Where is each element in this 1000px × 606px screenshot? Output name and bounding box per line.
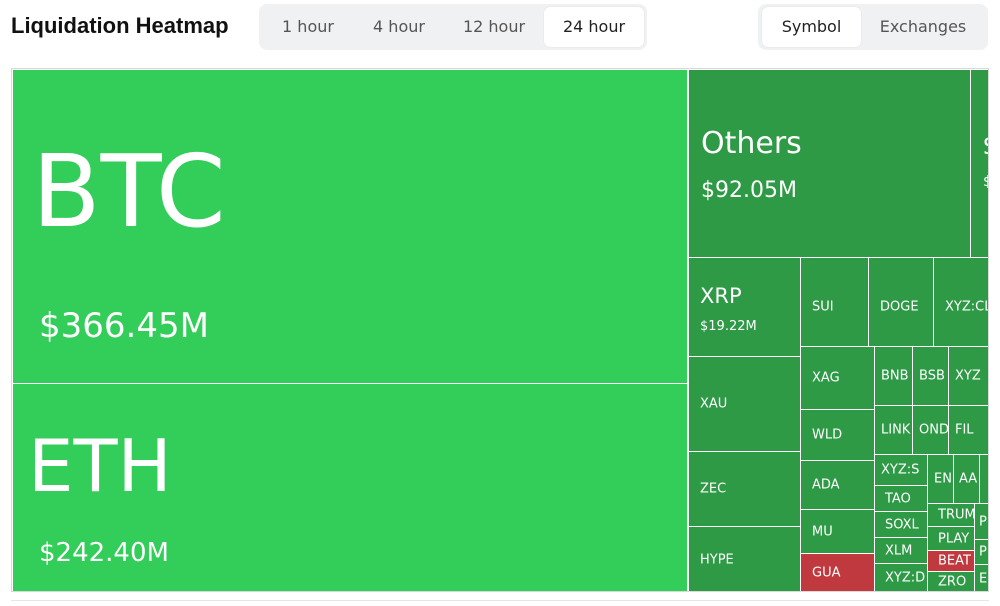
page-title: Liquidation Heatmap (11, 13, 229, 38)
cell-symbol: TAO (885, 491, 911, 506)
heatmap-cell-eth[interactable]: ETH $242.40M (12, 383, 688, 591)
cell-symbol: S (983, 135, 988, 160)
heatmap-cell-mu[interactable]: MU (800, 509, 875, 554)
cell-symbol: ZRO (938, 574, 967, 590)
tab-24-hour[interactable]: 24 hour (544, 7, 644, 47)
cell-symbol: XLM (885, 543, 913, 558)
heatmap-cell-xyz-d[interactable]: XYZ:D (874, 563, 928, 591)
cell-value: $ (983, 174, 988, 190)
heatmap-cell-xag[interactable]: XAG (800, 346, 875, 410)
heatmap-cell-xau[interactable]: XAU (688, 356, 801, 452)
heatmap-cell-others[interactable]: Others $92.05M (688, 69, 971, 258)
cell-symbol: ONDO (919, 422, 949, 438)
heatmap-cell-p3[interactable]: E (974, 564, 988, 591)
cell-symbol: XAU (700, 396, 728, 412)
cell-symbol: E (979, 571, 988, 586)
heatmap-cell-btc[interactable]: BTC $366.45M (12, 69, 688, 384)
heatmap-cell-wld[interactable]: WLD (800, 409, 875, 461)
heatmap-cell-ondo[interactable]: ONDO (912, 405, 949, 455)
heatmap-cell-beat[interactable]: BEAT (927, 550, 975, 572)
cell-symbol: BEAT (938, 553, 971, 569)
cell-symbol: BTC (32, 133, 226, 250)
heatmap-cell-en[interactable]: EN (927, 454, 954, 504)
heatmap-cell-xyz-a[interactable]: XYZ (948, 346, 988, 406)
heatmap-cell-bnb[interactable]: BNB (874, 346, 913, 406)
cell-symbol: XYZ:S (881, 462, 920, 478)
divider (11, 600, 989, 601)
cell-symbol: XYZ:CL (945, 299, 989, 315)
heatmap-cell-xyz-s[interactable]: XYZ:S (874, 454, 928, 486)
cell-symbol: ADA (812, 477, 840, 493)
cell-symbol: AA (959, 471, 978, 487)
heatmap-cell-tao[interactable]: TAO (874, 485, 928, 512)
heatmap-cell-fil[interactable]: FIL (948, 405, 988, 455)
heatmap-cell-aa[interactable]: AA (953, 454, 980, 504)
heatmap-cell-sui[interactable]: SUI (800, 257, 869, 357)
heatmap-cell-doge[interactable]: DOGE (868, 257, 934, 357)
heatmap-cell-play[interactable]: PLAY (927, 526, 975, 551)
cell-symbol: BSB (919, 368, 945, 384)
cell-symbol: Others (701, 126, 802, 161)
heatmap-cell-partial[interactable] (979, 454, 988, 504)
tab-symbol[interactable]: Symbol (762, 7, 861, 47)
cell-symbol: ETH (28, 424, 172, 508)
liquidation-heatmap: BTC $366.45M ETH $242.40M Others $92.05M… (11, 68, 989, 592)
cell-symbol: XYZ:D (885, 570, 926, 586)
tab-4-hour[interactable]: 4 hour (354, 7, 444, 47)
cell-symbol: LINK (881, 422, 911, 438)
cell-symbol: WLD (812, 427, 843, 443)
cell-symbol: HYPE (700, 552, 734, 567)
cell-symbol: SUI (812, 299, 834, 315)
cell-symbol: TRUMP (938, 507, 975, 523)
cell-symbol: BNB (881, 368, 909, 384)
heatmap-cell-bsb[interactable]: BSB (912, 346, 949, 406)
heatmap-cell-ada[interactable]: ADA (800, 460, 875, 510)
heatmap-cell-xrp[interactable]: XRP $19.22M (688, 257, 801, 357)
heatmap-cell-p1[interactable]: P (974, 503, 988, 540)
cell-symbol: ZEC (700, 481, 727, 497)
cell-symbol: MU (812, 524, 833, 539)
cell-symbol: XAG (812, 370, 840, 386)
cell-symbol: P (979, 544, 987, 560)
cell-value: $92.05M (701, 178, 797, 203)
heatmap-cell-p2[interactable]: P (974, 539, 988, 565)
heatmap-cell-sol[interactable]: S $ (970, 69, 988, 258)
heatmap-cell-soxl[interactable]: SOXL (874, 511, 928, 538)
tab-exchanges[interactable]: Exchanges (862, 7, 984, 47)
cell-value: $366.45M (39, 306, 209, 346)
cell-symbol: PLAY (938, 531, 970, 546)
heatmap-cell-link[interactable]: LINK (874, 405, 913, 455)
time-range-tabs: 1 hour 4 hour 12 hour 24 hour (259, 4, 647, 50)
cell-symbol: SOXL (885, 517, 919, 532)
heatmap-cell-trump[interactable]: TRUMP (927, 503, 975, 527)
heatmap-cell-xyz-cl[interactable]: XYZ:CL (933, 257, 989, 357)
heatmap-cell-xlm[interactable]: XLM (874, 537, 928, 564)
cell-symbol: XYZ (955, 368, 981, 384)
cell-value: $19.22M (700, 319, 757, 334)
cell-symbol: FIL (955, 422, 974, 438)
heatmap-cell-hype[interactable]: HYPE (688, 526, 801, 591)
tab-1-hour[interactable]: 1 hour (263, 7, 353, 47)
heatmap-cell-zec[interactable]: ZEC (688, 451, 801, 527)
tab-12-hour[interactable]: 12 hour (444, 7, 544, 47)
heatmap-cell-gua[interactable]: GUA (800, 553, 875, 591)
cell-symbol: P (979, 514, 987, 529)
cell-symbol: EN (934, 471, 952, 487)
cell-value: $242.40M (39, 538, 169, 568)
heatmap-cell-zro[interactable]: ZRO (927, 571, 975, 591)
header: Liquidation Heatmap 1 hour 4 hour 12 hou… (0, 0, 1000, 58)
cell-symbol: DOGE (880, 299, 919, 315)
cell-symbol: GUA (812, 565, 841, 581)
cell-symbol: XRP (700, 284, 742, 308)
view-mode-tabs: Symbol Exchanges (758, 4, 988, 50)
